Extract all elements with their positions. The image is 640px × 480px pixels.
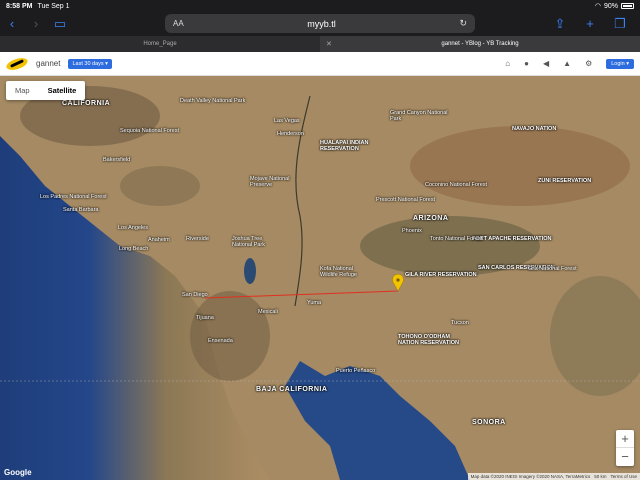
close-tab-icon[interactable]: ✕ (326, 40, 332, 48)
label-fort-apache: FORT APACHE RESERVATION (472, 236, 552, 242)
home-icon[interactable]: ⌂ (505, 59, 510, 68)
label-kofa: Kofa National Wildlife Refuge (320, 266, 357, 278)
reader-text-size-button[interactable]: AA (173, 19, 184, 28)
label-gila-forest: Gila National Forest (528, 266, 577, 272)
zoom-out-button[interactable]: − (616, 448, 634, 466)
satellite-map[interactable]: CALIFORNIA ARIZONA BAJA CALIFORNIA SONOR… (0, 76, 640, 480)
settings-icon[interactable]: ⚙ (585, 59, 592, 68)
period-dropdown[interactable]: Last 30 days ▾ (68, 58, 112, 69)
label-ensenada: Ensenada (208, 338, 233, 344)
wifi-icon: ◠ (594, 3, 601, 10)
share-icon[interactable]: ⇪ (548, 12, 572, 36)
bookmarks-icon[interactable]: ▭ (48, 12, 72, 36)
label-tohono: TOHONO O'ODHAM NATION RESERVATION (398, 334, 460, 346)
label-arizona: ARIZONA (413, 215, 449, 222)
back-button[interactable]: ‹ (0, 12, 24, 36)
label-gila-river: GILA RIVER RESERVATION (405, 272, 477, 278)
status-date: Tue Sep 1 (37, 2, 70, 10)
label-los-padres: Los Padres National Forest (40, 194, 107, 200)
label-navajo: NAVAJO NATION (512, 126, 557, 132)
header-icons: ⌂ ● ◀ ▲ ⚙ (505, 59, 592, 68)
zoom-in-button[interactable]: + (616, 430, 634, 448)
tab-home-page[interactable]: Home_Page (0, 36, 320, 52)
new-tab-icon[interactable]: + (578, 12, 602, 36)
label-tijuana: Tijuana (196, 315, 214, 321)
label-coconino: Coconino National Forest (425, 182, 488, 188)
forward-button[interactable]: › (24, 12, 48, 36)
label-san-diego: San Diego (182, 292, 208, 298)
battery-percent: 90% (603, 2, 618, 10)
login-label: Login (611, 60, 625, 67)
terms-link[interactable]: Terms of Use (610, 474, 637, 479)
label-los-angeles: Los Angeles (118, 225, 148, 231)
toolbar-right: ⇪ + ❐ (548, 12, 632, 36)
label-zuni: ZUNI RESERVATION (538, 178, 592, 184)
status-right: ◠ 90% (595, 2, 634, 10)
period-label: Last 30 days (72, 60, 104, 67)
label-death-valley: Death Valley National Park (180, 98, 246, 104)
satellite-button[interactable]: Satellite (39, 81, 86, 100)
map-type-toggle: Map Satellite (6, 81, 86, 100)
url-text[interactable]: myyb.tl (184, 19, 460, 29)
label-hualapai: HUALAPAI INDIAN RESERVATION (320, 140, 369, 152)
label-long-beach: Long Beach (119, 246, 149, 252)
label-anaheim: Anaheim (148, 237, 170, 243)
zoom-control: + − (616, 430, 634, 466)
label-henderson: Henderson (277, 131, 304, 137)
map-terrain (0, 76, 640, 480)
address-bar[interactable]: AA myyb.tl ↻ (165, 14, 475, 33)
label-sonora: SONORA (472, 419, 506, 426)
ios-status-bar: 8:58 PM Tue Sep 1 ◠ 90% (0, 0, 640, 12)
label-tucson: Tucson (451, 320, 469, 326)
label-yuma: Yuma (307, 300, 322, 306)
info-icon[interactable]: ● (524, 59, 529, 68)
alert-icon[interactable]: ▲ (563, 59, 571, 68)
label-prescott: Prescott National Forest (376, 197, 435, 203)
map-attribution: Map data ©2020 INEGI Imagery ©2020 NASA,… (467, 473, 640, 480)
browser-toolbar: ‹ › ▭ AA myyb.tl ↻ ⇪ + ❐ (0, 12, 640, 36)
label-baja: BAJA CALIFORNIA (256, 386, 328, 393)
label-mexicali: Mexicali (258, 309, 278, 315)
google-logo: Google (4, 468, 32, 477)
label-sequoia: Sequoia National Forest (120, 128, 180, 134)
label-grand-canyon: Grand Canyon National Park (390, 110, 448, 122)
attribution-text: Map data ©2020 INEGI Imagery ©2020 NASA,… (470, 474, 591, 479)
label-bakersfield: Bakersfield (103, 157, 131, 163)
label-las-vegas: Las Vegas (274, 118, 300, 124)
label-puerto-penasco: Puerto Peñasco (336, 368, 376, 374)
yb-header: gannet Last 30 days ▾ ⌂ ● ◀ ▲ ⚙ Login ▾ (0, 52, 640, 76)
battery-icon (621, 3, 634, 9)
label-mojave: Mojave National Preserve (250, 176, 290, 188)
label-phoenix: Phoenix (402, 228, 422, 234)
reload-icon[interactable]: ↻ (459, 18, 467, 29)
tab-label: gannet - YBlog - YB Tracking (441, 41, 519, 47)
status-time: 8:58 PM (6, 2, 33, 10)
announce-icon[interactable]: ◀ (543, 59, 549, 68)
label-california: CALIFORNIA (62, 100, 111, 107)
map-button[interactable]: Map (6, 81, 39, 100)
label-tonto: Tonto National Forest (430, 236, 483, 242)
login-button[interactable]: Login ▾ (606, 58, 634, 69)
tabs-overview-icon[interactable]: ❐ (608, 12, 632, 36)
tab-gannet[interactable]: ✕ gannet - YBlog - YB Tracking (320, 36, 640, 52)
tab-strip: Home_Page ✕ gannet - YBlog - YB Tracking (0, 36, 640, 52)
yb-logo-icon[interactable] (4, 55, 30, 72)
boat-name: gannet (36, 59, 61, 68)
scale-label: 50 km (594, 474, 607, 479)
label-riverside: Riverside (186, 236, 209, 242)
label-joshua: Joshua Tree National Park (232, 236, 266, 248)
label-santa-barbara: Santa Barbara (63, 207, 99, 213)
tab-label: Home_Page (143, 41, 177, 47)
